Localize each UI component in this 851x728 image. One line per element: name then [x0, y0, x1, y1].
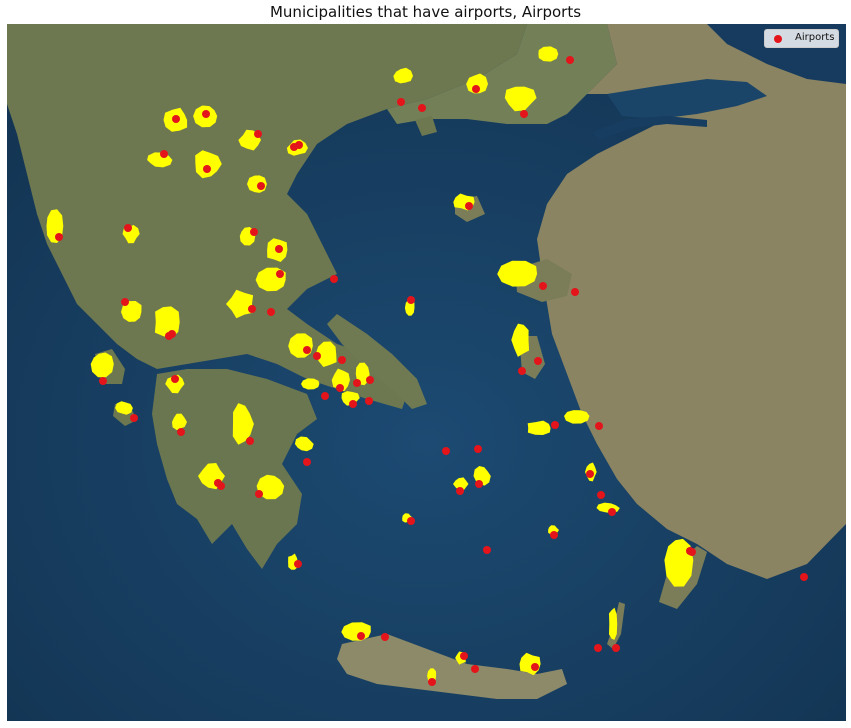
airport-marker[interactable]: [202, 110, 210, 118]
airport-marker[interactable]: [366, 376, 374, 384]
airport-marker[interactable]: [442, 447, 450, 455]
airport-marker[interactable]: [531, 663, 539, 671]
airport-marker[interactable]: [303, 346, 311, 354]
airport-marker[interactable]: [177, 428, 185, 436]
airport-marker[interactable]: [246, 437, 254, 445]
airport-marker[interactable]: [474, 445, 482, 453]
airport-marker[interactable]: [357, 632, 365, 640]
airport-marker[interactable]: [595, 422, 603, 430]
airport-marker[interactable]: [303, 458, 311, 466]
legend-label: Airports: [795, 32, 835, 43]
municipality-area: [609, 607, 618, 640]
airport-marker[interactable]: [330, 275, 338, 283]
airport-marker[interactable]: [551, 421, 559, 429]
airport-marker[interactable]: [460, 652, 468, 660]
red-circle-marker-icon: [774, 35, 782, 43]
airport-marker[interactable]: [203, 165, 211, 173]
airport-marker[interactable]: [465, 202, 473, 210]
airport-marker[interactable]: [275, 245, 283, 253]
airport-marker[interactable]: [566, 56, 574, 64]
airport-marker[interactable]: [336, 384, 344, 392]
airport-marker[interactable]: [254, 130, 262, 138]
airport-marker[interactable]: [267, 308, 275, 316]
airport-marker[interactable]: [800, 573, 808, 581]
airport-marker[interactable]: [121, 298, 129, 306]
airport-marker[interactable]: [365, 397, 373, 405]
airport-marker[interactable]: [475, 480, 483, 488]
airport-marker[interactable]: [571, 288, 579, 296]
airport-marker[interactable]: [172, 115, 180, 123]
airport-marker[interactable]: [534, 357, 542, 365]
airport-marker[interactable]: [418, 104, 426, 112]
airport-marker[interactable]: [295, 141, 303, 149]
airport-marker[interactable]: [688, 548, 696, 556]
airport-marker[interactable]: [428, 678, 436, 686]
airport-marker[interactable]: [165, 332, 173, 340]
airport-marker[interactable]: [257, 182, 265, 190]
airport-marker[interactable]: [594, 644, 602, 652]
airport-marker[interactable]: [539, 282, 547, 290]
airport-marker[interactable]: [550, 531, 558, 539]
map-title: Municipalities that have airports, Airpo…: [269, 3, 582, 21]
airport-marker[interactable]: [518, 367, 526, 375]
airport-marker[interactable]: [349, 400, 357, 408]
airport-marker[interactable]: [612, 644, 620, 652]
airport-marker[interactable]: [124, 224, 132, 232]
municipality-area: [538, 46, 559, 62]
airport-marker[interactable]: [248, 305, 256, 313]
airport-marker[interactable]: [520, 110, 528, 118]
airport-marker[interactable]: [586, 470, 594, 478]
airport-marker[interactable]: [472, 85, 480, 93]
airport-marker[interactable]: [255, 490, 263, 498]
airport-marker[interactable]: [217, 482, 225, 490]
airport-marker[interactable]: [160, 150, 168, 158]
airport-marker[interactable]: [338, 356, 346, 364]
airport-marker[interactable]: [381, 633, 389, 641]
airport-marker[interactable]: [276, 270, 284, 278]
airport-marker[interactable]: [321, 392, 329, 400]
airport-marker[interactable]: [608, 508, 616, 516]
airport-marker[interactable]: [471, 665, 479, 673]
airport-marker[interactable]: [407, 517, 415, 525]
airport-marker[interactable]: [99, 377, 107, 385]
airport-marker[interactable]: [483, 546, 491, 554]
airport-marker[interactable]: [130, 414, 138, 422]
airport-marker[interactable]: [313, 352, 321, 360]
airport-marker[interactable]: [397, 98, 405, 106]
airport-marker[interactable]: [250, 228, 258, 236]
airport-marker[interactable]: [353, 379, 361, 387]
airport-marker[interactable]: [407, 296, 415, 304]
legend: Airports: [764, 29, 839, 48]
satellite-map[interactable]: [7, 24, 846, 721]
airport-marker[interactable]: [294, 560, 302, 568]
airport-marker[interactable]: [55, 233, 63, 241]
airport-marker[interactable]: [597, 491, 605, 499]
airport-marker[interactable]: [456, 487, 464, 495]
airport-marker[interactable]: [171, 375, 179, 383]
